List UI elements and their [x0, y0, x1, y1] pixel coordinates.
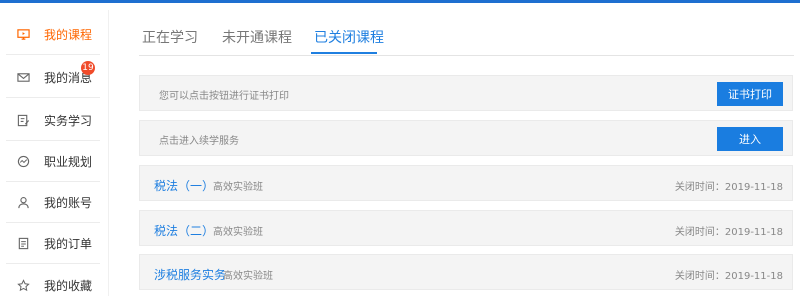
sidebar-item-my-courses[interactable]: 我的课程 — [6, 15, 100, 55]
course-title[interactable]: 税法（二） — [154, 222, 214, 239]
sidebar-item-label: 我的账号 — [44, 196, 93, 210]
sidebar-item-my-favorites[interactable]: 我的收藏 — [6, 265, 100, 305]
active-tab-indicator — [311, 52, 377, 54]
tab-not-activated[interactable]: 未开通课程 — [222, 27, 292, 47]
course-row: 涉税服务实务 高效实验班 关闭时间：2019-11-18 — [139, 254, 793, 290]
sidebar-item-label: 我的订单 — [44, 237, 93, 251]
course-class: 高效实验班 — [213, 227, 263, 238]
monitor-icon — [16, 28, 30, 42]
tab-closed-courses[interactable]: 已关闭课程 — [314, 27, 384, 47]
course-title[interactable]: 税法（一） — [154, 177, 214, 194]
closed-date: 关闭时间：2019-11-18 — [674, 227, 783, 238]
enter-renewal-button[interactable]: 进入 — [717, 127, 783, 151]
course-class: 高效实验班 — [223, 271, 273, 282]
sidebar-item-my-messages[interactable]: 我的消息 19 — [6, 58, 100, 98]
certificate-hint: 您可以点击按钮进行证书打印 — [159, 91, 289, 102]
mail-icon — [16, 71, 30, 85]
course-row: 税法（一） 高效实验班 关闭时间：2019-11-18 — [139, 165, 793, 201]
edit-icon — [16, 114, 30, 128]
sidebar-divider — [108, 10, 109, 296]
certificate-print-button[interactable]: 证书打印 — [717, 82, 783, 106]
course-tabs: 正在学习 未开通课程 已关闭课程 — [139, 3, 794, 56]
unread-count-badge: 19 — [81, 61, 95, 75]
closed-date: 关闭时间：2019-11-18 — [674, 271, 783, 282]
renewal-service-bar: 点击进入续学服务 进入 — [139, 120, 793, 156]
sidebar-item-practice-study[interactable]: 实务学习 — [6, 101, 100, 141]
closed-date: 关闭时间：2019-11-18 — [674, 182, 783, 193]
user-icon — [16, 196, 30, 210]
course-title[interactable]: 涉税服务实务 — [154, 266, 226, 283]
renewal-hint: 点击进入续学服务 — [159, 136, 239, 147]
course-row: 税法（二） 高效实验班 关闭时间：2019-11-18 — [139, 210, 793, 246]
chart-circle-icon — [16, 155, 30, 169]
certificate-print-bar: 您可以点击按钮进行证书打印 证书打印 — [139, 75, 793, 111]
sidebar-item-label: 职业规划 — [44, 155, 93, 169]
sidebar-item-career-plan[interactable]: 职业规划 — [6, 142, 100, 182]
sidebar-item-label: 实务学习 — [44, 114, 93, 128]
star-icon — [16, 278, 30, 292]
sidebar-item-my-account[interactable]: 我的账号 — [6, 183, 100, 223]
tab-studying[interactable]: 正在学习 — [142, 27, 198, 47]
sidebar-item-label: 我的收藏 — [44, 278, 93, 293]
sidebar-item-label: 我的课程 — [44, 28, 93, 42]
sidebar: 我的课程 我的消息 19 实务学习 职业规划 我的账号 我的订单 我的收藏 — [0, 3, 102, 296]
sidebar-item-my-orders[interactable]: 我的订单 — [6, 224, 100, 264]
course-class: 高效实验班 — [213, 182, 263, 193]
document-icon — [16, 237, 30, 251]
